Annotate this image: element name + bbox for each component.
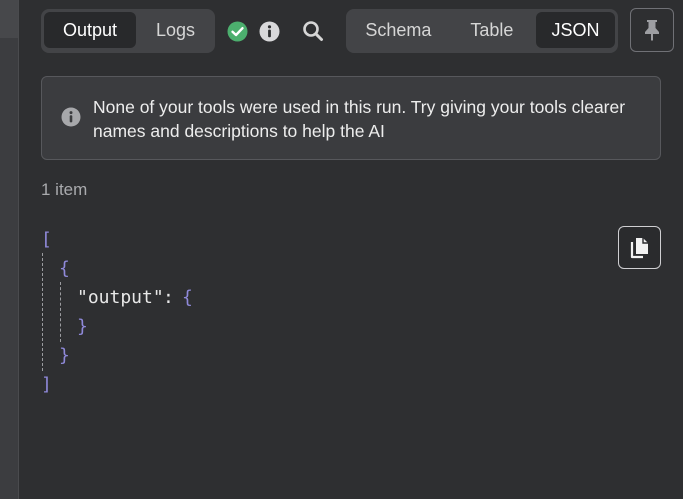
tab-schema[interactable]: Schema xyxy=(349,12,448,48)
object-close-brace: } xyxy=(59,345,70,366)
array-open-bracket[interactable]: [ xyxy=(41,229,52,251)
notice-text: None of your tools were used in this run… xyxy=(93,97,626,141)
tab-table[interactable]: Table xyxy=(451,12,533,48)
search-icon xyxy=(303,21,323,41)
pin-data-button[interactable] xyxy=(630,8,674,52)
view-toggle: Output Logs xyxy=(41,9,215,53)
indent-guide xyxy=(42,253,43,371)
left-panel-edge xyxy=(0,0,19,499)
info-icon xyxy=(61,107,81,132)
json-colon: : xyxy=(163,287,174,308)
item-count: 1 item xyxy=(41,180,88,199)
output-open-brace[interactable]: { xyxy=(182,287,193,309)
success-status-icon xyxy=(226,20,248,42)
search-button[interactable] xyxy=(301,19,325,43)
object-open-brace[interactable]: { xyxy=(59,258,70,280)
check-circle-icon xyxy=(227,21,247,41)
tab-logs[interactable]: Logs xyxy=(139,12,212,48)
tab-output[interactable]: Output xyxy=(44,12,136,48)
output-close-brace: } xyxy=(77,316,88,337)
run-info-button[interactable] xyxy=(258,20,280,42)
pin-icon xyxy=(645,20,659,41)
tab-json[interactable]: JSON xyxy=(535,12,615,48)
tools-unused-notice: None of your tools were used in this run… xyxy=(41,76,661,160)
array-close-bracket: ] xyxy=(41,374,52,395)
copy-button[interactable] xyxy=(618,226,661,269)
copy-icon xyxy=(630,237,648,258)
left-panel-header xyxy=(0,0,18,38)
indent-guide xyxy=(60,282,61,342)
json-key-output[interactable]: "output" xyxy=(77,287,164,309)
display-format-toggle: Schema Table JSON xyxy=(346,9,618,53)
info-icon xyxy=(259,21,279,41)
